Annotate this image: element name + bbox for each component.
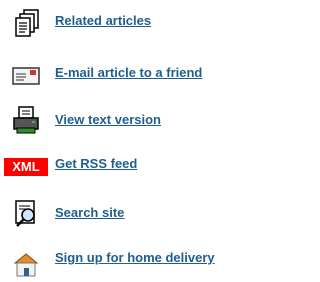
- tool-email-article[interactable]: E-mail article to a friend: [0, 58, 278, 90]
- search-site-link[interactable]: Search site: [55, 205, 124, 221]
- email-icon: [12, 67, 40, 85]
- article-tools: Related articles E-mail article to a fri…: [0, 0, 278, 282]
- home-delivery-link[interactable]: Sign up for home delivery: [55, 250, 215, 266]
- tool-search-site[interactable]: Search site: [0, 198, 278, 230]
- printer-icon: [13, 106, 39, 134]
- email-article-link[interactable]: E-mail article to a friend: [55, 65, 202, 81]
- tool-related-articles[interactable]: Related articles: [0, 8, 278, 40]
- tool-home-delivery[interactable]: Sign up for home delivery: [0, 246, 278, 278]
- text-version-link[interactable]: View text version: [55, 112, 161, 128]
- home-delivery-icon: [13, 253, 39, 277]
- rss-feed-link[interactable]: Get RSS feed: [55, 156, 137, 172]
- related-articles-icon: [15, 9, 39, 37]
- tool-text-version[interactable]: View text version: [0, 104, 278, 136]
- search-magnifier-icon: [15, 200, 35, 227]
- tool-rss-feed[interactable]: XML Get RSS feed: [0, 150, 278, 182]
- xml-rss-icon: XML: [4, 158, 48, 176]
- related-articles-link[interactable]: Related articles: [55, 13, 151, 29]
